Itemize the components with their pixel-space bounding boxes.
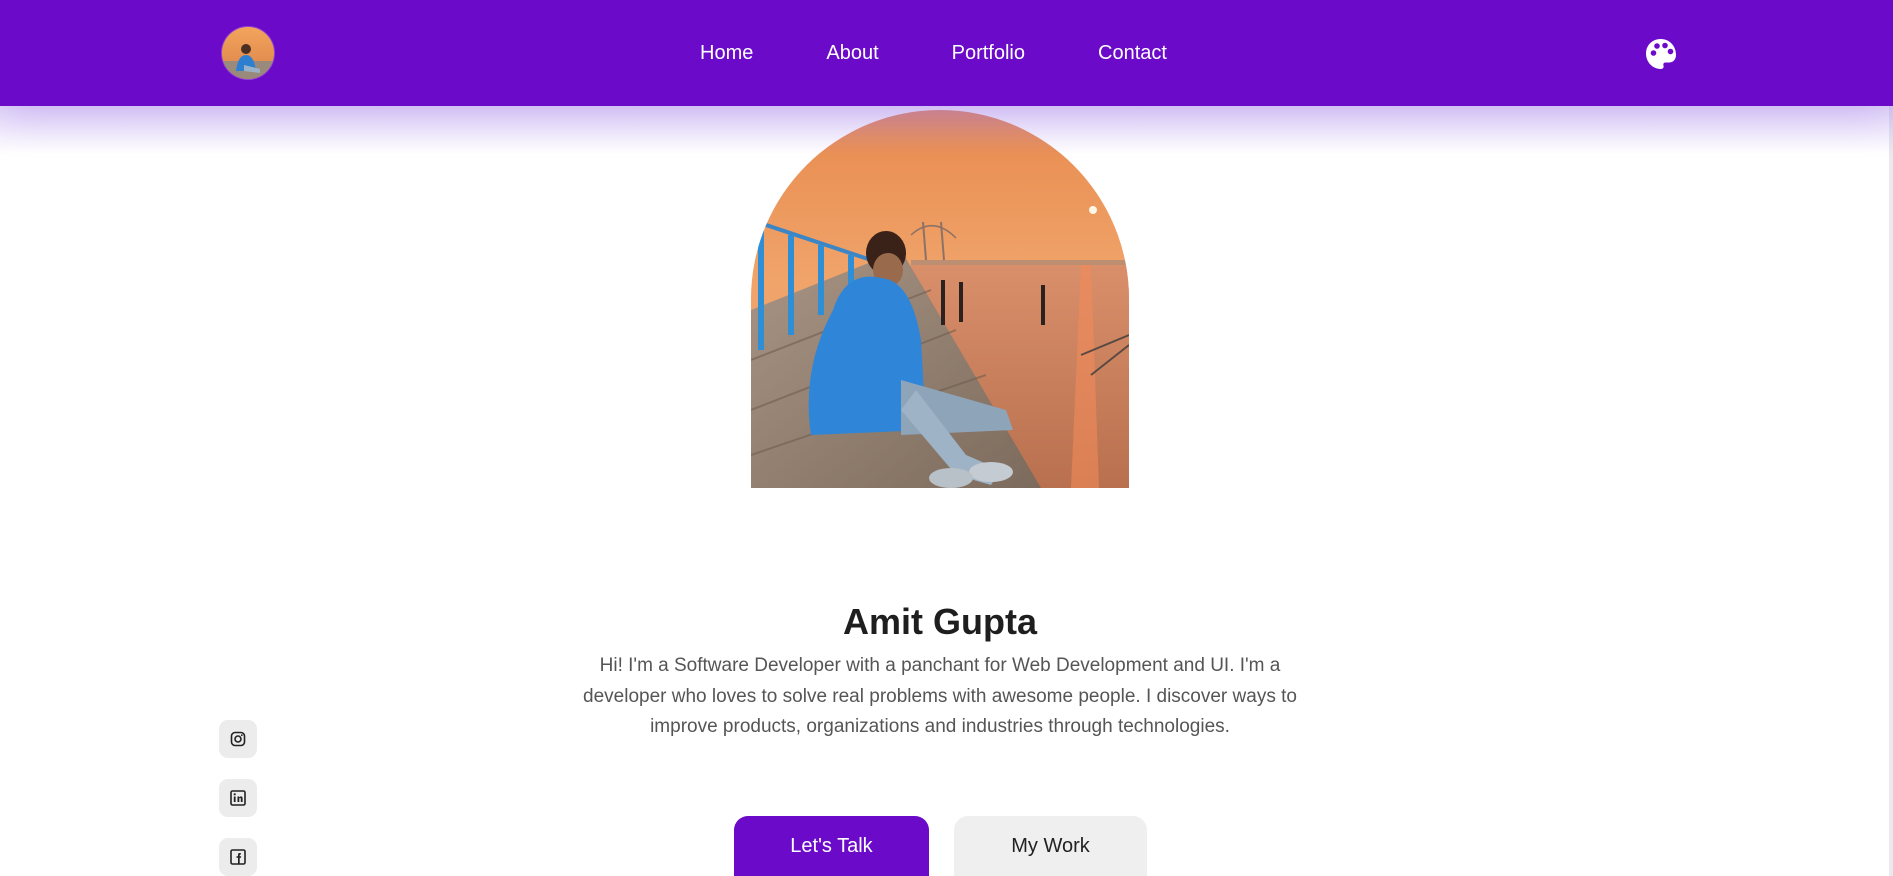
hero-bio: Hi! I'm a Software Developer with a panc… bbox=[583, 655, 1297, 737]
palette-icon[interactable] bbox=[1644, 37, 1678, 71]
lets-talk-button[interactable]: Let's Talk bbox=[734, 816, 929, 876]
top-navbar: Home About Portfolio Contact bbox=[0, 0, 1893, 106]
hero-name: Amit Gupta bbox=[843, 601, 1037, 642]
nav-link-about[interactable]: About bbox=[826, 36, 878, 70]
linkedin-icon[interactable] bbox=[219, 779, 257, 817]
logo-avatar[interactable] bbox=[222, 27, 274, 79]
nav-link-home[interactable]: Home bbox=[700, 36, 753, 70]
header-shadow bbox=[0, 106, 1893, 154]
nav-link-contact[interactable]: Contact bbox=[1098, 36, 1167, 70]
profile-photo bbox=[751, 110, 1129, 488]
avatar-image bbox=[222, 27, 274, 79]
facebook-icon[interactable] bbox=[219, 838, 257, 876]
main-nav: Home About Portfolio Contact bbox=[700, 36, 1167, 70]
instagram-icon[interactable] bbox=[219, 720, 257, 758]
my-work-button[interactable]: My Work bbox=[954, 816, 1147, 876]
nav-link-portfolio[interactable]: Portfolio bbox=[952, 36, 1025, 70]
